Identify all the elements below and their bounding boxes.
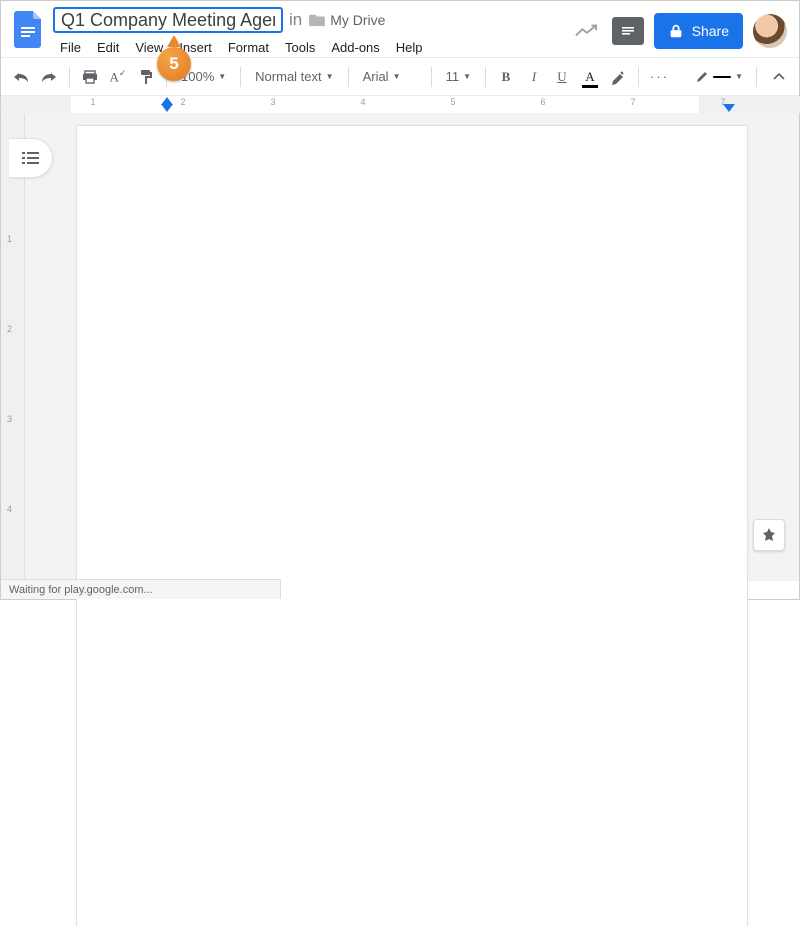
folder-icon	[308, 13, 326, 27]
folder-name: My Drive	[330, 12, 385, 28]
horizontal-ruler[interactable]: 1 2 3 4 5 6 7 7	[1, 96, 799, 114]
bold-button[interactable]: B	[494, 64, 518, 90]
menu-insert[interactable]: Insert	[172, 37, 219, 58]
document-title-input[interactable]	[53, 7, 283, 33]
text-color-button[interactable]: A	[578, 64, 602, 90]
share-button[interactable]: Share	[654, 13, 743, 49]
menu-bar: File Edit View Insert Format Tools Add-o…	[49, 33, 430, 58]
menu-tools[interactable]: Tools	[278, 37, 322, 58]
menu-file[interactable]: File	[53, 37, 88, 58]
vruler-num: 3	[7, 414, 12, 424]
explore-icon	[761, 527, 777, 543]
font-size-select[interactable]: 11▼	[440, 64, 477, 90]
spellcheck-button[interactable]: A✓	[106, 64, 130, 90]
menu-help[interactable]: Help	[389, 37, 430, 58]
styles-select[interactable]: Normal text▼	[249, 64, 339, 90]
vruler-num: 4	[7, 504, 12, 514]
document-outline-button[interactable]	[9, 138, 53, 178]
docs-logo[interactable]	[9, 9, 49, 49]
pencil-icon	[695, 70, 709, 84]
title-block: in My Drive File Edit View Insert Format…	[49, 7, 430, 58]
undo-button[interactable]	[9, 64, 33, 90]
menu-edit[interactable]: Edit	[90, 37, 126, 58]
zoom-select[interactable]: 100%▼	[175, 64, 232, 90]
left-indent-marker[interactable]	[161, 104, 173, 112]
in-label: in	[289, 10, 302, 30]
ruler-num: 4	[360, 97, 365, 107]
ruler-num: 3	[270, 97, 275, 107]
document-page[interactable]	[77, 126, 747, 926]
status-bar: Waiting for play.google.com...	[1, 579, 281, 599]
print-button[interactable]	[78, 64, 102, 90]
activity-trend-icon[interactable]	[570, 15, 602, 47]
redo-button[interactable]	[37, 64, 61, 90]
comments-icon[interactable]	[612, 17, 644, 45]
folder-location-chip[interactable]: My Drive	[308, 12, 385, 28]
share-label: Share	[692, 23, 729, 39]
menu-format[interactable]: Format	[221, 37, 276, 58]
ruler-num: 6	[540, 97, 545, 107]
ruler-num: 7	[630, 97, 635, 107]
vruler-num: 1	[7, 234, 12, 244]
toolbar: A✓ 100%▼ Normal text▼ Arial▼ 11▼ B I U A…	[1, 57, 799, 96]
workspace: 1 2 3 4	[1, 114, 799, 581]
menu-view[interactable]: View	[128, 37, 170, 58]
vertical-ruler[interactable]: 1 2 3 4	[1, 114, 25, 581]
avatar[interactable]	[753, 14, 787, 48]
font-select[interactable]: Arial▼	[357, 64, 423, 90]
menu-addons[interactable]: Add-ons	[324, 37, 386, 58]
vruler-num: 2	[7, 324, 12, 334]
highlight-button[interactable]	[606, 64, 630, 90]
editing-mode-button[interactable]: ▼	[692, 64, 746, 90]
italic-button[interactable]: I	[522, 64, 546, 90]
status-text: Waiting for play.google.com...	[9, 584, 153, 596]
underline-button[interactable]: U	[550, 64, 574, 90]
outline-icon	[22, 151, 40, 165]
header: in My Drive File Edit View Insert Format…	[1, 1, 799, 57]
more-tools-button[interactable]: ···	[647, 64, 672, 90]
paint-format-button[interactable]	[134, 64, 158, 90]
ruler-num: 1	[90, 97, 95, 107]
lock-icon	[668, 24, 684, 38]
explore-button[interactable]	[753, 519, 785, 551]
ruler-num: 2	[180, 97, 185, 107]
ruler-num: 7	[720, 97, 725, 107]
hide-menus-button[interactable]	[767, 64, 791, 90]
ruler-num: 5	[450, 97, 455, 107]
header-right: Share	[570, 7, 791, 49]
